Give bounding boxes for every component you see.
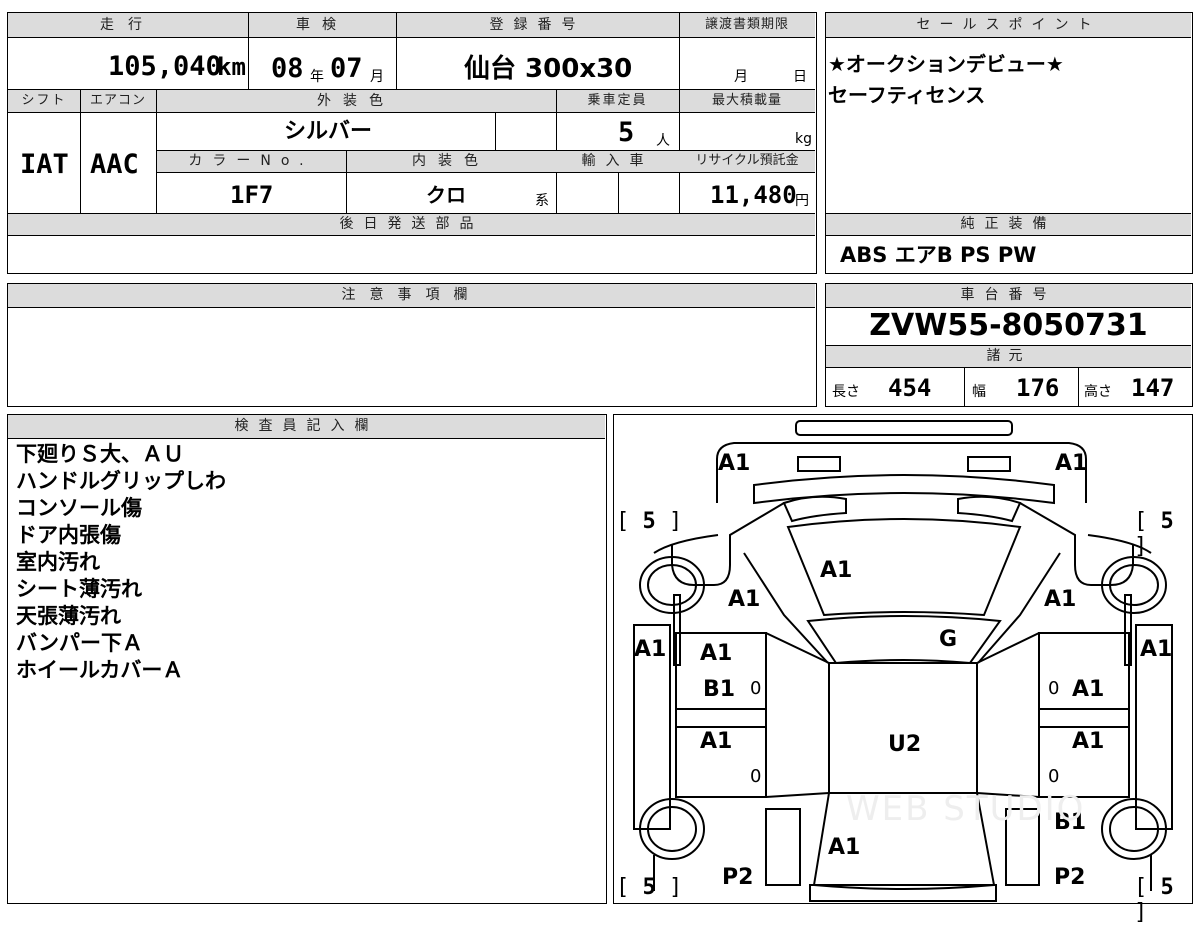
zero-mark: 0	[1048, 766, 1060, 787]
colorno-label: カラーNo.	[188, 153, 314, 169]
zero-mark: 0	[1048, 678, 1060, 699]
maxload-label: 最大積載量	[711, 93, 782, 108]
inspector-line: シート薄汚れ	[16, 577, 142, 601]
length-value: 454	[888, 374, 932, 402]
code-pillar-left: A1	[634, 637, 667, 662]
capacity-label: 乗車定員	[587, 93, 648, 108]
notes-box: 注意事項欄	[7, 283, 817, 407]
code-rear-right-p: P2	[1054, 865, 1086, 890]
inspector-notes: 下廻りＳ大、ＡＵ ハンドルグリップしわ コンソール傷 ドア内張傷 室内汚れ シー…	[8, 441, 226, 684]
chassis-label: 車台番号	[960, 287, 1057, 303]
sales-point-label: セールスポイント	[916, 17, 1101, 33]
capacity-value: 5	[618, 117, 635, 148]
shift-value: IAT	[20, 149, 69, 180]
inspector-box: 検査員記入欄 下廻りＳ大、ＡＵ ハンドルグリップしわ コンソール傷 ドア内張傷 …	[7, 414, 607, 904]
inspection-month: 07	[330, 53, 363, 84]
inspection-year: 08	[271, 53, 304, 84]
height-value: 147	[1131, 374, 1175, 402]
transfer-label: 譲渡書類期限	[704, 17, 789, 32]
width-label: 幅	[972, 384, 986, 400]
recycle-value: 11,480	[710, 181, 797, 209]
specs-label: 諸元	[986, 348, 1031, 364]
inspector-line: ハンドルグリップしわ	[16, 469, 226, 493]
code-door-rl: A1	[700, 729, 733, 754]
chassis-box: 車台番号 ZVW55-8050731 諸元 長さ 454 幅 176 高さ 14…	[825, 283, 1193, 407]
code-door-fr: A1	[1072, 677, 1105, 702]
code-fender-right: A1	[1044, 587, 1077, 612]
inspector-line: コンソール傷	[16, 496, 142, 520]
recycle-label: リサイクル預託金	[695, 153, 799, 168]
interior-label: 内装色	[412, 153, 490, 169]
tire-fl: [ 5 ]	[616, 509, 683, 534]
inspector-line: バンパー下Ａ	[16, 631, 144, 655]
interior-value: クロ	[426, 183, 466, 207]
registration-value: 仙台 300ⅹ30	[464, 54, 633, 84]
tire-rl: [ 5 ]	[616, 875, 683, 900]
car-diagram-box: A1 A1 A1 A1 A1 G A1 A1 A1 B1 A1 A1 A1 U2…	[613, 414, 1193, 925]
equipment-label: 純正装備	[960, 216, 1057, 232]
inspector-line: 室内汚れ	[16, 550, 100, 574]
mileage-unit: km	[217, 53, 246, 81]
height-label: 高さ	[1084, 384, 1112, 400]
registration-label: 登録番号	[489, 17, 586, 33]
vehicle-info-table: 走行 車検 登録番号 譲渡書類期限 105,040 km 08 年 07 月 仙…	[7, 12, 817, 274]
capacity-unit: 人	[656, 133, 670, 149]
recycle-unit: 円	[795, 193, 809, 209]
code-door-fl2: B1	[703, 677, 736, 702]
length-label: 長さ	[832, 384, 860, 400]
code-door-fl: A1	[700, 641, 733, 666]
sales-point-box: セールスポイント ★オークションデビュー★ セーフティセンス 純正装備 ABS …	[825, 12, 1193, 274]
code-door-rr: A1	[1072, 729, 1105, 754]
aircon-value: AAC	[90, 149, 139, 180]
maxload-unit: kg	[795, 131, 812, 147]
tire-rr: [ 5 ]	[1134, 875, 1174, 925]
tire-fr: [ 5 ]	[1134, 509, 1174, 559]
chassis-number: ZVW55-8050731	[869, 308, 1148, 343]
year-unit: 年	[310, 69, 324, 85]
sales-point-line-2: セーフティセンス	[828, 83, 986, 107]
width-value: 176	[1016, 374, 1060, 402]
month-unit: 月	[370, 69, 384, 85]
code-front-left: A1	[718, 451, 751, 476]
code-hood: A1	[820, 558, 853, 583]
inspector-line: 天張薄汚れ	[16, 604, 121, 628]
code-fender-left: A1	[728, 587, 761, 612]
transfer-day-unit: 日	[793, 69, 807, 85]
watermark: WEB STUDIO	[846, 789, 1086, 829]
inspection-label: 車検	[296, 17, 348, 33]
import-label: 輸入車	[581, 153, 654, 169]
inspector-line: 下廻りＳ大、ＡＵ	[16, 442, 184, 466]
zero-mark: 0	[750, 766, 762, 787]
zero-mark: 0	[750, 678, 762, 699]
code-windshield: G	[939, 627, 958, 652]
later-parts-label: 後日発送部品	[339, 216, 484, 232]
exterior-value: シルバー	[284, 119, 373, 144]
inspector-label: 検査員記入欄	[234, 418, 379, 434]
equipment-value: ABS エアB PS PW	[840, 243, 1037, 267]
exterior-label: 外装色	[317, 93, 395, 109]
shift-label: シフト	[21, 93, 67, 108]
notes-label: 注意事項欄	[341, 287, 482, 303]
colorno-value: 1F7	[230, 181, 274, 209]
aircon-label: エアコン	[89, 93, 146, 108]
interior-suffix: 系	[535, 193, 549, 209]
inspector-line: ホイールカバーＡ	[16, 658, 184, 682]
transfer-month-unit: 月	[734, 69, 748, 85]
mileage-value: 105,040	[108, 51, 222, 82]
inspector-line: ドア内張傷	[16, 523, 121, 547]
mileage-label: 走行	[100, 17, 156, 33]
code-pillar-right: A1	[1140, 637, 1173, 662]
code-roof: U2	[888, 732, 922, 757]
code-trunk: A1	[828, 835, 861, 860]
code-front-right: A1	[1055, 451, 1088, 476]
code-rear-left-p: P2	[722, 865, 754, 890]
sales-point-line-1: ★オークションデビュー★	[828, 52, 1064, 76]
